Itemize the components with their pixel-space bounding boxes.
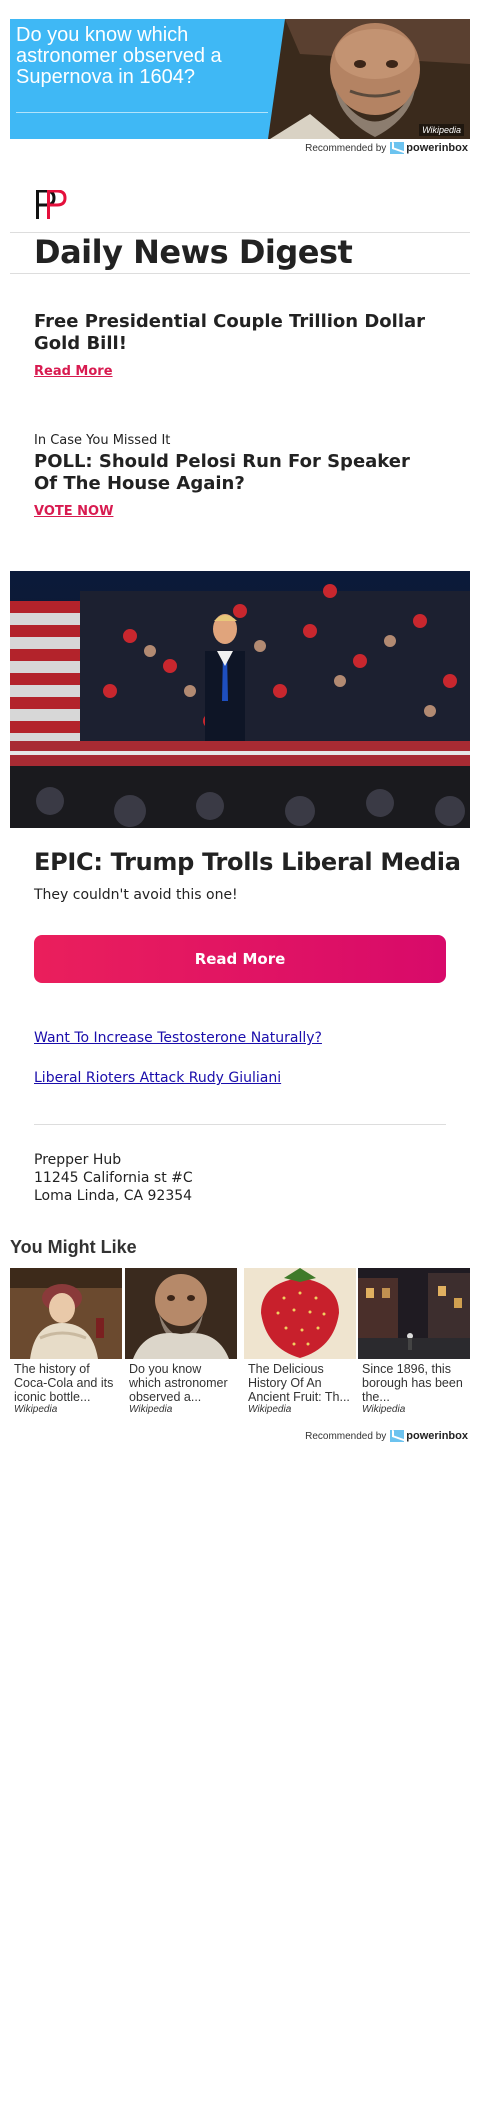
recommended-by-label: Recommended by xyxy=(305,142,387,154)
card-source: Wikipedia xyxy=(14,1404,58,1415)
strawberry-image xyxy=(244,1268,356,1359)
powerinbox-brand: powerinbox xyxy=(406,142,468,154)
company-name: Prepper Hub xyxy=(34,1152,122,1168)
ad-divider xyxy=(16,112,268,113)
footer-divider xyxy=(34,1124,446,1125)
powerinbox-logo: powerinbox xyxy=(390,1430,468,1442)
borough-street-image xyxy=(358,1268,470,1359)
story1-read-more-link[interactable]: Read More xyxy=(34,364,113,379)
recommendation-card[interactable]: The history of Coca-Cola and its iconic … xyxy=(10,1268,122,1415)
ad-source: Wikipedia xyxy=(419,124,464,136)
top-ad-banner[interactable]: Do you know which astronomer observed a … xyxy=(10,19,470,139)
card-text: The history of Coca-Cola and its iconic … xyxy=(14,1362,114,1404)
recommended-by-bottom[interactable]: Recommended by powerinbox xyxy=(305,1428,468,1444)
card-text: The Delicious History Of An Ancient Frui… xyxy=(248,1362,350,1404)
card-text: Do you know which astronomer observed a.… xyxy=(129,1362,228,1404)
card-source: Wikipedia xyxy=(362,1404,406,1415)
story1-headline: Free Presidential Couple Trillion Dollar… xyxy=(34,311,426,354)
street-address: 11245 California st #C xyxy=(34,1170,193,1186)
recommendation-card[interactable]: The Delicious History Of An Ancient Frui… xyxy=(244,1268,356,1415)
card-source: Wikipedia xyxy=(129,1404,173,1415)
pp-logo-icon xyxy=(36,190,67,219)
read-more-button[interactable]: Read More xyxy=(34,935,446,983)
recommended-by-top[interactable]: Recommended by powerinbox xyxy=(305,140,468,156)
header-divider-bottom xyxy=(10,273,470,274)
powerinbox-logo: powerinbox xyxy=(390,142,468,154)
astronomer-image xyxy=(125,1268,237,1359)
footer-address: Prepper Hub 11245 California st #C Loma … xyxy=(34,1151,193,1205)
ad-headline: Do you know which astronomer observed a … xyxy=(16,24,222,88)
recommendation-card[interactable]: Do you know which astronomer observed a.… xyxy=(125,1268,237,1415)
feature-title: EPIC: Trump Trolls Liberal Media xyxy=(34,848,461,876)
powerinbox-brand: powerinbox xyxy=(406,1430,468,1442)
you-might-like-title: You Might Like xyxy=(10,1237,137,1257)
city-address: Loma Linda, CA 92354 xyxy=(34,1188,193,1204)
story2-kicker: In Case You Missed It xyxy=(34,433,171,448)
recommended-by-label: Recommended by xyxy=(305,1430,387,1442)
coca-cola-lady-image xyxy=(10,1268,122,1359)
powerinbox-icon xyxy=(390,1430,405,1442)
feature-image[interactable] xyxy=(10,571,470,828)
card-text: Since 1896, this borough has been the... xyxy=(362,1362,463,1404)
recommendation-card[interactable]: Since 1896, this borough has been the...… xyxy=(358,1268,470,1415)
rally-photo-image xyxy=(10,571,470,828)
vote-now-link[interactable]: VOTE NOW xyxy=(34,504,113,519)
feature-subtitle: They couldn't avoid this one! xyxy=(34,887,238,903)
rioters-link[interactable]: Liberal Rioters Attack Rudy Giuliani xyxy=(34,1070,281,1086)
card-source: Wikipedia xyxy=(248,1404,292,1415)
page-title: Daily News Digest xyxy=(34,233,353,271)
story2-headline: POLL: Should Pelosi Run For Speaker Of T… xyxy=(34,451,410,494)
testosterone-link[interactable]: Want To Increase Testosterone Naturally? xyxy=(34,1030,322,1046)
powerinbox-icon xyxy=(390,142,405,154)
